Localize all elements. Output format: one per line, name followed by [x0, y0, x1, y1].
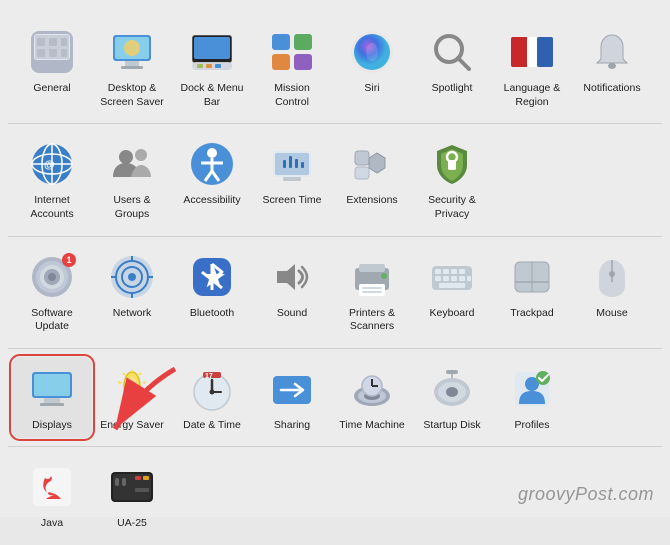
security-privacy-label: Security & Privacy	[416, 194, 488, 221]
pref-item-profiles[interactable]: Profiles	[492, 357, 572, 439]
pref-item-spotlight[interactable]: Spotlight	[412, 20, 492, 102]
profiles-label: Profiles	[514, 419, 549, 433]
mission-control-label: Mission Control	[256, 82, 328, 109]
software-update-icon-wrap: 1	[26, 251, 78, 303]
pref-item-bluetooth[interactable]: ★ Bluetooth	[172, 245, 252, 327]
network-icon-wrap	[106, 251, 158, 303]
notifications-icon-wrap	[586, 26, 638, 78]
java-icon-wrap	[26, 461, 78, 513]
printers-scanners-icon-wrap	[346, 251, 398, 303]
displays-label: Displays	[32, 419, 72, 433]
desktop-screensaver-icon-wrap	[106, 26, 158, 78]
time-machine-label: Time Machine	[339, 419, 405, 433]
pref-item-time-machine[interactable]: Time Machine	[332, 357, 412, 439]
internet-accounts-icon-wrap: @	[26, 138, 78, 190]
dock-menubar-label: Dock & Menu Bar	[176, 82, 248, 109]
keyboard-icon-wrap	[426, 251, 478, 303]
pref-item-language-region[interactable]: Language & Region	[492, 20, 572, 115]
printers-scanners-label: Printers & Scanners	[336, 307, 408, 334]
users-groups-icon-wrap	[106, 138, 158, 190]
pref-item-sound[interactable]: Sound	[252, 245, 332, 327]
time-machine-icon-wrap	[346, 363, 398, 415]
mission-control-icon-wrap	[266, 26, 318, 78]
spotlight-icon-wrap	[426, 26, 478, 78]
general-label: General	[33, 82, 70, 96]
date-time-icon-wrap: 17	[186, 363, 238, 415]
pref-item-general[interactable]: General	[12, 20, 92, 102]
trackpad-icon-wrap	[506, 251, 558, 303]
accessibility-label: Accessibility	[183, 194, 240, 208]
extensions-icon-wrap	[346, 138, 398, 190]
pref-item-extensions[interactable]: Extensions	[332, 132, 412, 214]
displays-icon-wrap	[26, 363, 78, 415]
users-groups-label: Users & Groups	[96, 194, 168, 221]
pref-item-java[interactable]: Java	[12, 455, 92, 537]
siri-label: Siri	[364, 82, 379, 96]
pref-item-printers-scanners[interactable]: Printers & Scanners	[332, 245, 412, 340]
pref-item-users-groups[interactable]: Users & Groups	[92, 132, 172, 227]
screen-time-icon-wrap	[266, 138, 318, 190]
software-update-label: Software Update	[16, 307, 88, 334]
accessibility-icon-wrap	[186, 138, 238, 190]
pref-item-siri[interactable]: Siri	[332, 20, 412, 102]
startup-disk-label: Startup Disk	[423, 419, 480, 433]
dock-menubar-icon-wrap	[186, 26, 238, 78]
language-region-label: Language & Region	[496, 82, 568, 109]
internet-accounts-label: Internet Accounts	[16, 194, 88, 221]
pref-item-accessibility[interactable]: Accessibility	[172, 132, 252, 214]
extensions-label: Extensions	[346, 194, 397, 208]
bluetooth-label: Bluetooth	[190, 307, 234, 321]
pref-item-desktop-screensaver[interactable]: Desktop & Screen Saver	[92, 20, 172, 115]
section-2: 1 Software Update Network ★ Bluetooth Sound Pr…	[8, 237, 662, 349]
screen-time-label: Screen Time	[263, 194, 322, 208]
security-privacy-icon-wrap	[426, 138, 478, 190]
network-label: Network	[113, 307, 152, 321]
pref-item-notifications[interactable]: Notifications	[572, 20, 652, 102]
notifications-label: Notifications	[583, 82, 640, 96]
general-icon-wrap	[26, 26, 78, 78]
sound-icon-wrap	[266, 251, 318, 303]
sharing-icon-wrap	[266, 363, 318, 415]
sharing-label: Sharing	[274, 419, 310, 433]
spotlight-label: Spotlight	[432, 82, 473, 96]
mouse-label: Mouse	[596, 307, 628, 321]
pref-item-mouse[interactable]: Mouse	[572, 245, 652, 327]
pref-item-displays[interactable]: Displays	[12, 357, 92, 439]
pref-item-screen-time[interactable]: Screen Time	[252, 132, 332, 214]
desktop-screensaver-label: Desktop & Screen Saver	[96, 82, 168, 109]
section-4: Java UA-25	[8, 447, 662, 545]
svg-text:@: @	[44, 159, 55, 171]
pref-item-dock-menubar[interactable]: Dock & Menu Bar	[172, 20, 252, 115]
pref-item-internet-accounts[interactable]: @ Internet Accounts	[12, 132, 92, 227]
pref-item-mission-control[interactable]: Mission Control	[252, 20, 332, 115]
svg-text:17: 17	[205, 373, 213, 380]
software-update-badge: 1	[62, 253, 76, 267]
pref-item-keyboard[interactable]: Keyboard	[412, 245, 492, 327]
sound-label: Sound	[277, 307, 307, 321]
siri-icon-wrap	[346, 26, 398, 78]
trackpad-label: Trackpad	[510, 307, 553, 321]
pref-item-network[interactable]: Network	[92, 245, 172, 327]
pref-item-security-privacy[interactable]: Security & Privacy	[412, 132, 492, 227]
language-region-icon-wrap	[506, 26, 558, 78]
java-label: Java	[41, 517, 63, 531]
pref-item-trackpad[interactable]: Trackpad	[492, 245, 572, 327]
keyboard-label: Keyboard	[430, 307, 475, 321]
pref-item-startup-disk[interactable]: Startup Disk	[412, 357, 492, 439]
bluetooth-icon-wrap: ★	[186, 251, 238, 303]
mouse-icon-wrap	[586, 251, 638, 303]
arrow-annotation	[100, 359, 190, 449]
pref-item-sharing[interactable]: Sharing	[252, 357, 332, 439]
section-1: @ Internet Accounts Users & Groups Accessib…	[8, 124, 662, 236]
profiles-icon-wrap	[506, 363, 558, 415]
pref-item-ua25[interactable]: UA-25	[92, 455, 172, 537]
ua25-icon-wrap	[106, 461, 158, 513]
section-0: General Desktop & Screen Saver Dock & Menu…	[8, 12, 662, 124]
pref-item-software-update[interactable]: 1 Software Update	[12, 245, 92, 340]
ua25-label: UA-25	[117, 517, 147, 531]
startup-disk-icon-wrap	[426, 363, 478, 415]
date-time-label: Date & Time	[183, 419, 241, 433]
